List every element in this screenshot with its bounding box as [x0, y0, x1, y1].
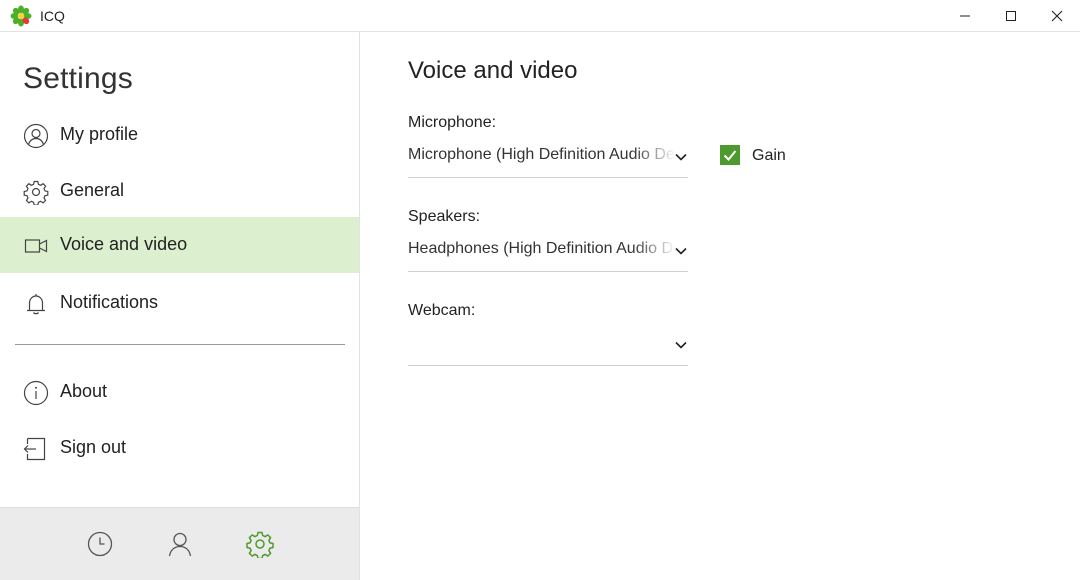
settings-gear-icon[interactable] — [246, 530, 274, 558]
speakers-label: Speakers: — [408, 208, 481, 225]
close-icon — [1051, 10, 1063, 22]
webcam-label: Webcam: — [408, 302, 476, 319]
page-title: Voice and video — [408, 57, 578, 84]
close-button[interactable] — [1034, 0, 1080, 32]
sidebar-item-voice-and-video[interactable]: Voice and video — [0, 217, 359, 273]
gear-icon — [23, 180, 49, 205]
settings-title: Settings — [23, 62, 133, 95]
bottom-tab-bar — [0, 507, 359, 580]
sidebar-item-general[interactable]: General — [0, 163, 359, 219]
checkmark-icon — [723, 150, 737, 161]
chevron-down-icon — [675, 341, 687, 349]
speakers-dropdown[interactable]: Headphones (High Definition Audio Device… — [408, 232, 688, 272]
app-title: ICQ — [40, 8, 65, 24]
sidebar-divider — [15, 344, 345, 345]
contact-icon[interactable] — [166, 530, 194, 558]
sidebar-item-label: General — [60, 180, 125, 200]
microphone-label: Microphone: — [408, 114, 497, 131]
sidebar-item-about[interactable]: About — [0, 364, 359, 420]
maximize-icon — [1006, 11, 1016, 21]
checkbox-box — [720, 145, 740, 165]
speakers-value: Headphones (High Definition Audio Device… — [408, 240, 676, 257]
minimize-icon — [960, 15, 970, 17]
clock-icon[interactable] — [86, 530, 114, 558]
settings-sidebar: Settings My profile General Voice and vi… — [0, 32, 360, 580]
user-circle-icon — [23, 123, 49, 149]
maximize-button[interactable] — [988, 0, 1034, 32]
video-camera-icon — [24, 239, 48, 253]
minimize-button[interactable] — [942, 0, 988, 32]
microphone-value: Microphone (High Definition Audio Device… — [408, 146, 676, 163]
sidebar-item-label: Sign out — [60, 437, 127, 457]
icq-flower-logo — [10, 5, 32, 27]
sign-out-icon — [23, 437, 46, 461]
main-panel: Voice and video Microphone: Microphone (… — [360, 32, 1080, 580]
sidebar-item-label: My profile — [60, 124, 139, 144]
chevron-down-icon — [675, 247, 687, 255]
sidebar-item-sign-out[interactable]: Sign out — [0, 420, 359, 476]
info-icon — [23, 380, 49, 406]
bell-icon — [27, 294, 45, 315]
sidebar-item-label: About — [60, 381, 108, 401]
sidebar-item-label: Voice and video — [60, 234, 188, 254]
sidebar-item-notifications[interactable]: Notifications — [0, 275, 359, 331]
microphone-dropdown[interactable]: Microphone (High Definition Audio Device… — [408, 138, 688, 178]
sidebar-item-label: Notifications — [60, 292, 159, 312]
title-bar: ICQ — [0, 0, 1080, 32]
chevron-down-icon — [675, 153, 687, 161]
sidebar-item-my-profile[interactable]: My profile — [0, 107, 359, 163]
gain-label: Gain — [752, 147, 786, 164]
webcam-dropdown[interactable] — [408, 326, 688, 366]
